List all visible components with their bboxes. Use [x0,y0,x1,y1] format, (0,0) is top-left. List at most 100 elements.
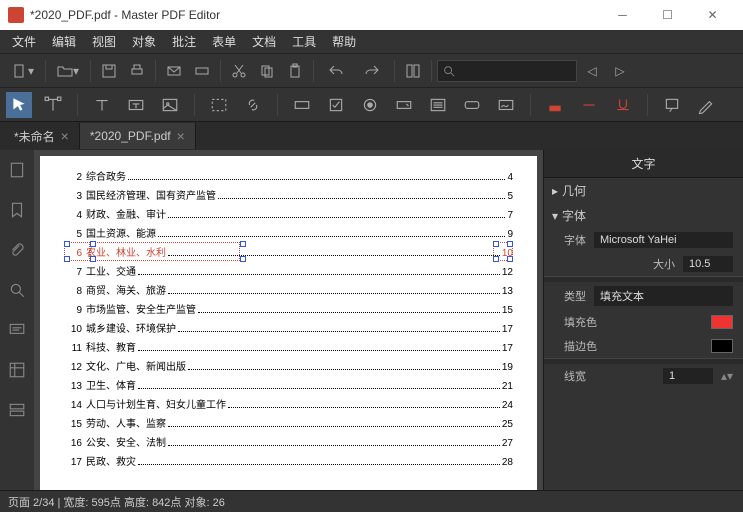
font-label: 字体 [564,232,586,248]
toc-line[interactable]: 14人口与计划生育、妇女儿童工作24 [64,396,513,411]
document-tabs: *未命名× *2020_PDF.pdf× [0,122,743,150]
toc-line[interactable]: 17民政、救灾28 [64,453,513,468]
thumbnails-tool[interactable] [5,158,29,182]
select-rect-tool[interactable] [206,92,232,118]
toc-line[interactable]: 8商贸、海关、旅游13 [64,282,513,297]
section-font[interactable]: ▾ 字体 [544,203,743,228]
search-panel-tool[interactable] [5,278,29,302]
open-button[interactable]: ▾ [51,58,85,84]
tab-close-icon[interactable]: × [177,128,185,144]
toc-line[interactable]: 2综合政务4 [64,168,513,183]
fill-label: 填充色 [564,314,703,330]
undo-button[interactable] [319,58,353,84]
search-next-button[interactable]: ▷ [607,58,633,84]
text-tool[interactable] [89,92,115,118]
panel-header: 文字 [544,150,743,178]
close-button[interactable]: ✕ [690,0,735,30]
status-text: 页面 2/34 | 宽度: 595点 高度: 842点 对象: 26 [8,494,225,510]
link-tool[interactable] [240,92,266,118]
tab-close-icon[interactable]: × [61,128,69,144]
image-tool[interactable] [157,92,183,118]
form-text-tool[interactable] [289,92,315,118]
menu-help[interactable]: 帮助 [324,33,364,50]
toc-line[interactable]: 15劳动、人事、监察25 [64,415,513,430]
menu-object[interactable]: 对象 [124,33,164,50]
highlight-tool[interactable] [542,92,568,118]
minimize-button[interactable]: ─ [600,0,645,30]
tab-untitled[interactable]: *未命名× [4,123,80,149]
cut-button[interactable] [226,58,252,84]
redo-button[interactable] [355,58,389,84]
print-button[interactable] [124,58,150,84]
width-value[interactable]: 1 [663,368,713,384]
edit-toolbar [0,88,743,122]
text-box-tool[interactable] [123,92,149,118]
pencil-tool[interactable] [693,92,719,118]
form-check-tool[interactable] [323,92,349,118]
new-button[interactable]: ▾ [6,58,40,84]
toc-line[interactable]: 5国土资源、能源9 [64,225,513,240]
menu-annotate[interactable]: 批注 [164,33,204,50]
font-value[interactable]: Microsoft YaHei [594,232,733,248]
toc-line[interactable]: 7工业、交通12 [64,263,513,278]
menu-form[interactable]: 表单 [204,33,244,50]
properties-panel: 文字 ▸ 几何 ▾ 字体 字体 Microsoft YaHei 大小 10.5 类型… [543,150,743,490]
fields-tool[interactable] [5,358,29,382]
main-toolbar: ▾ ▾ ◁ ▷ [0,54,743,88]
menu-tools[interactable]: 工具 [284,33,324,50]
text-select-tool[interactable] [40,92,66,118]
left-tool-panel [0,150,34,490]
toc-line[interactable]: 16公安、安全、法制27 [64,434,513,449]
layers-tool[interactable] [5,398,29,422]
toc-line[interactable]: 10城乡建设、环境保护17 [64,320,513,335]
form-button-tool[interactable] [459,92,485,118]
title-bar: *2020_PDF.pdf - Master PDF Editor ─ ☐ ✕ [0,0,743,30]
page-content: 2综合政务4 3国民经济管理、国有资产监管5 4财政、金融、审计7 5国土资源、能源9… [40,156,537,490]
stroke-color-swatch[interactable] [711,339,733,353]
window-title: *2020_PDF.pdf - Master PDF Editor [30,8,600,22]
paste-button[interactable] [282,58,308,84]
type-label: 类型 [564,288,586,304]
maximize-button[interactable]: ☐ [645,0,690,30]
menu-bar: 文件 编辑 视图 对象 批注 表单 文档 工具 帮助 [0,30,743,54]
toc-line[interactable]: 9市场监管、安全生产监管15 [64,301,513,316]
form-radio-tool[interactable] [357,92,383,118]
toc-line[interactable]: 6农业、林业、水利10 [64,244,513,259]
toc-line[interactable]: 4财政、金融、审计7 [64,206,513,221]
bookmarks-tool[interactable] [5,198,29,222]
menu-file[interactable]: 文件 [4,33,44,50]
toc-line[interactable]: 12文化、广电、新闻出版19 [64,358,513,373]
underline-tool[interactable] [610,92,636,118]
search-prev-button[interactable]: ◁ [579,58,605,84]
select-tool[interactable] [6,92,32,118]
toc-line[interactable]: 3国民经济管理、国有资产监管5 [64,187,513,202]
type-value[interactable]: 填充文本 [594,286,733,306]
tab-current[interactable]: *2020_PDF.pdf× [80,123,196,149]
menu-view[interactable]: 视图 [84,33,124,50]
layout-button[interactable] [400,58,426,84]
stroke-label: 描边色 [564,338,703,354]
strikeout-tool[interactable] [576,92,602,118]
form-list-tool[interactable] [425,92,451,118]
size-value[interactable]: 10.5 [683,256,733,272]
section-geometry[interactable]: ▸ 几何 [544,178,743,203]
form-sign-tool[interactable] [493,92,519,118]
document-area[interactable]: 2综合政务4 3国民经济管理、国有资产监管5 4财政、金融、审计7 5国土资源、能源9… [34,150,543,490]
menu-document[interactable]: 文档 [244,33,284,50]
app-logo-icon [8,7,24,23]
fill-color-swatch[interactable] [711,315,733,329]
attachments-tool[interactable] [5,238,29,262]
form-combo-tool[interactable] [391,92,417,118]
search-input[interactable] [437,60,577,82]
scanner-button[interactable] [189,58,215,84]
email-button[interactable] [161,58,187,84]
toc-line[interactable]: 13卫生、体育21 [64,377,513,392]
toc-line[interactable]: 11科技、教育17 [64,339,513,354]
save-button[interactable] [96,58,122,84]
comments-tool[interactable] [5,318,29,342]
menu-edit[interactable]: 编辑 [44,33,84,50]
note-tool[interactable] [659,92,685,118]
size-label: 大小 [653,256,675,272]
copy-button[interactable] [254,58,280,84]
status-bar: 页面 2/34 | 宽度: 595点 高度: 842点 对象: 26 [0,490,743,512]
